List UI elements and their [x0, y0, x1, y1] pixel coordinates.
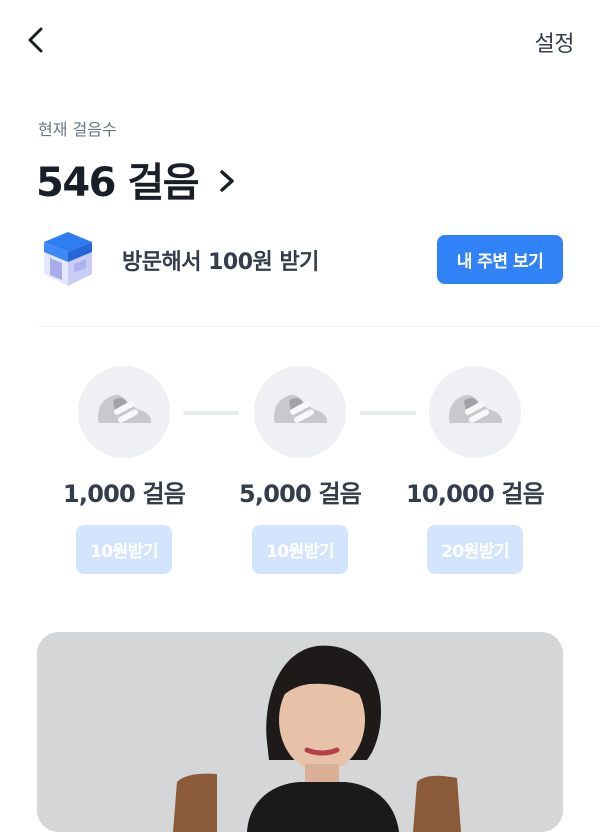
claim-reward-button[interactable]: 10원받기	[251, 525, 349, 574]
current-steps-count: 546 걸음	[36, 160, 200, 206]
store-icon	[44, 232, 92, 286]
video-thumbnail	[37, 632, 563, 832]
shoe-circle	[254, 366, 346, 458]
settings-button[interactable]: 설정	[535, 26, 575, 58]
claim-reward-button[interactable]: 20원받기	[426, 525, 524, 574]
shoe-icon	[98, 394, 151, 432]
chevron-right-icon	[220, 170, 234, 192]
visit-reward-text: 방문해서 100원 받기	[122, 250, 319, 275]
milestone-steps-label: 10,000 걸음	[406, 480, 545, 508]
shoe-icon	[274, 394, 327, 432]
shoe-circle	[429, 366, 521, 458]
shoe-icon	[449, 394, 502, 432]
milestone-steps-label: 1,000 걸음	[62, 480, 186, 508]
back-arrow-icon[interactable]	[22, 24, 52, 56]
milestone-5000: 5,000 걸음 10원받기	[210, 366, 390, 574]
current-steps-link[interactable]: 546 걸음	[36, 150, 238, 208]
view-nearby-button[interactable]: 내 주변 보기	[437, 235, 563, 284]
milestone-steps-label: 5,000 걸음	[238, 480, 362, 508]
milestone-1000: 1,000 걸음 10원받기	[34, 366, 214, 574]
video-card[interactable]	[37, 632, 563, 832]
claim-reward-button[interactable]: 10원받기	[75, 525, 173, 574]
current-steps-label: 현재 걸음수	[38, 120, 117, 139]
milestone-10000: 10,000 걸음 20원받기	[385, 366, 565, 574]
shoe-circle	[78, 366, 170, 458]
section-divider	[37, 326, 600, 327]
